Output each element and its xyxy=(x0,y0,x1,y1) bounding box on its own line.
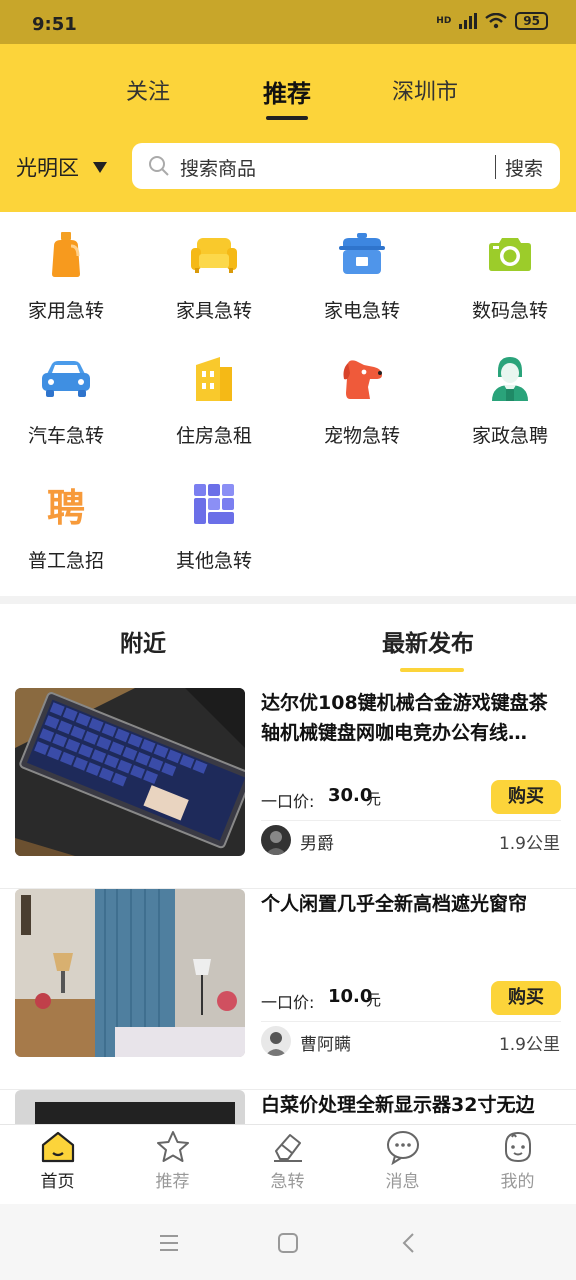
search-bar[interactable]: 搜索商品 搜索 xyxy=(132,143,560,189)
listing-title[interactable]: 白菜价处理全新显示器32寸无边 xyxy=(261,1090,561,1120)
feed-section: 附近 最新发布 达尔优108键机械合金游戏键盘茶轴机械键盘网咖电竞办公有线… 一… xyxy=(0,604,576,1124)
category-label: 家用急转 xyxy=(27,300,104,322)
home-icon xyxy=(41,1131,75,1163)
bottom-nav: 首页 推荐 急转 消息 我的 xyxy=(0,1124,576,1205)
building-icon xyxy=(190,355,238,403)
divider xyxy=(261,1021,561,1022)
buy-button[interactable]: 购买 xyxy=(491,780,561,814)
distance: 1.9公里 xyxy=(498,1035,560,1055)
category-household[interactable]: 家用急转 xyxy=(0,212,140,322)
category-label: 汽车急转 xyxy=(27,425,104,447)
eraser-icon xyxy=(274,1134,302,1162)
nav-quick-sell[interactable]: 急转 xyxy=(230,1125,345,1205)
nav-label: 消息 xyxy=(385,1172,420,1192)
tab-city[interactable]: 深圳市 xyxy=(392,74,458,106)
category-appliance[interactable]: 家电急转 xyxy=(288,212,436,322)
listing-title[interactable]: 个人闲置几乎全新高档遮光窗帘 xyxy=(261,889,561,919)
profile-icon xyxy=(505,1131,531,1163)
system-nav-bar xyxy=(0,1204,576,1280)
search-input[interactable]: 搜索商品 xyxy=(180,154,256,181)
nav-label: 急转 xyxy=(270,1172,305,1192)
category-labor[interactable]: 聘 普工急招 xyxy=(0,462,140,573)
category-other[interactable]: 其他急转 xyxy=(140,462,288,572)
housekeeper-icon xyxy=(486,355,534,403)
category-label: 住房急租 xyxy=(175,425,252,447)
category-housekeeping[interactable]: 家政急聘 xyxy=(436,337,576,447)
divider xyxy=(261,820,561,821)
chat-icon xyxy=(387,1131,419,1165)
star-icon xyxy=(157,1131,189,1162)
grid-icon xyxy=(190,480,238,528)
nav-label: 我的 xyxy=(500,1172,535,1192)
nav-home[interactable]: 首页 xyxy=(0,1125,115,1205)
feed-tab-indicator xyxy=(400,668,464,672)
wifi-icon xyxy=(485,13,508,29)
category-label: 数码急转 xyxy=(471,300,548,322)
nav-messages[interactable]: 消息 xyxy=(345,1125,460,1205)
nav-label: 推荐 xyxy=(155,1172,190,1192)
tab-active-indicator xyxy=(266,116,308,120)
category-car[interactable]: 汽车急转 xyxy=(0,337,140,447)
category-label: 家政急聘 xyxy=(471,425,548,447)
car-icon xyxy=(42,355,90,403)
caret-down-icon xyxy=(93,161,107,173)
menu-icon[interactable] xyxy=(154,1228,184,1258)
bottle-icon xyxy=(42,230,90,278)
search-divider xyxy=(495,155,496,179)
district-selector[interactable]: 光明区 xyxy=(16,152,107,182)
district-label: 光明区 xyxy=(16,156,79,180)
avatar[interactable] xyxy=(261,825,291,855)
product-image-curtain xyxy=(15,889,245,1057)
listing-item[interactable]: 达尔优108键机械合金游戏键盘茶轴机械键盘网咖电竞办公有线… 一口价: 30.0… xyxy=(0,688,576,889)
category-housing[interactable]: 住房急租 xyxy=(140,337,288,447)
sofa-icon xyxy=(190,230,238,278)
price-label: 一口价: xyxy=(261,993,315,1012)
tab-nearby[interactable]: 附近 xyxy=(120,624,166,658)
seller-name[interactable]: 男爵 xyxy=(300,829,334,854)
category-label: 家具急转 xyxy=(175,300,252,322)
listing-item[interactable]: 白菜价处理全新显示器32寸无边 xyxy=(0,1090,576,1124)
tab-latest[interactable]: 最新发布 xyxy=(382,624,474,658)
network-type-label: HD xyxy=(436,16,452,26)
status-bar: 9:51 HD 95 xyxy=(0,0,576,44)
status-time: 9:51 xyxy=(32,14,77,35)
price-unit: 元 xyxy=(366,991,382,1009)
buy-button[interactable]: 购买 xyxy=(491,981,561,1015)
nav-recommend[interactable]: 推荐 xyxy=(115,1125,230,1205)
tab-recommend[interactable]: 推荐 xyxy=(263,74,311,109)
category-label: 普工急招 xyxy=(27,550,104,572)
listing-title[interactable]: 达尔优108键机械合金游戏键盘茶轴机械键盘网咖电竞办公有线… xyxy=(261,688,561,748)
battery-indicator: 95 xyxy=(515,12,548,30)
category-pet[interactable]: 宠物急转 xyxy=(288,337,436,447)
home-square-icon[interactable] xyxy=(273,1228,303,1258)
seller-name[interactable]: 曹阿瞒 xyxy=(300,1030,351,1055)
hire-icon: 聘 xyxy=(46,485,85,530)
status-icons: HD 95 xyxy=(436,12,548,30)
distance: 1.9公里 xyxy=(498,834,560,854)
nav-profile[interactable]: 我的 xyxy=(460,1125,575,1205)
price-label: 一口价: xyxy=(261,792,315,811)
product-image-monitor xyxy=(15,1090,245,1124)
nav-label: 首页 xyxy=(40,1172,75,1192)
category-label: 家电急转 xyxy=(323,300,400,322)
product-image-keyboard xyxy=(15,688,245,856)
dog-icon xyxy=(338,355,386,403)
search-icon xyxy=(149,156,169,176)
category-label: 宠物急转 xyxy=(323,425,400,447)
top-tabs: 关注 推荐 深圳市 xyxy=(0,74,576,114)
rice-cooker-icon xyxy=(338,230,386,278)
category-furniture[interactable]: 家具急转 xyxy=(140,212,288,322)
avatar[interactable] xyxy=(261,1026,291,1056)
camera-icon xyxy=(486,230,534,278)
listing-item[interactable]: 个人闲置几乎全新高档遮光窗帘 一口价: 10.0 元 购买 曹阿瞒 1.9公里 xyxy=(0,889,576,1090)
header: 关注 推荐 深圳市 光明区 搜索商品 搜索 xyxy=(0,44,576,212)
back-icon[interactable] xyxy=(394,1228,424,1258)
search-button[interactable]: 搜索 xyxy=(505,154,543,181)
tab-follow[interactable]: 关注 xyxy=(126,74,170,106)
category-grid: 家用急转 家具急转 家电急转 数码急转 汽车急转 住房急租 宠物急转 家政急聘 … xyxy=(0,212,576,596)
price-unit: 元 xyxy=(366,790,382,808)
category-label: 其他急转 xyxy=(175,550,252,572)
category-digital[interactable]: 数码急转 xyxy=(436,212,576,322)
signal-icon xyxy=(459,13,478,29)
